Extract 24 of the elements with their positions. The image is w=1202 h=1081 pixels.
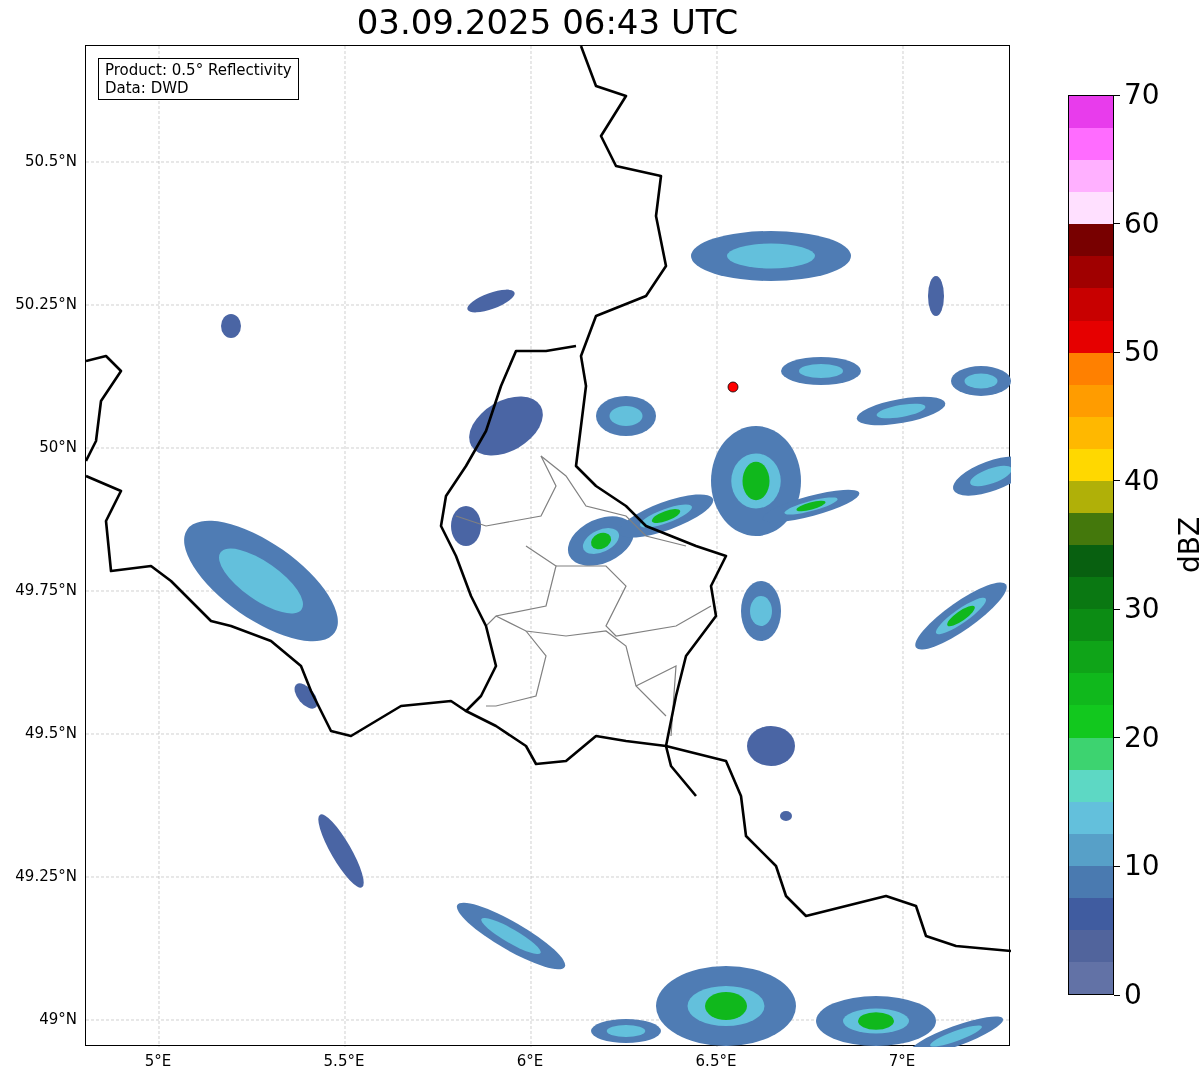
latitude-label: 50.5°N <box>24 152 77 170</box>
info-text: Data: DWD <box>105 79 190 97</box>
latitude-label: 50.25°N <box>15 295 77 313</box>
colorbar-tick-label: 0 <box>1124 979 1142 1011</box>
longitude-label: 6.5°E <box>694 1052 738 1070</box>
colorbar-tick-label: 60 <box>1124 207 1160 240</box>
latitude-label: 49.75°N <box>15 581 77 599</box>
longitude-label: 5°E <box>143 1052 173 1070</box>
info-text: Product: 0.5° Reflectivity <box>105 61 292 79</box>
chart-title: 03.09.2025 06:43 UTC <box>356 1 739 44</box>
latitude-label: 49.25°N <box>15 867 77 885</box>
longitude-label: 7°E <box>887 1052 917 1070</box>
longitude-label: 6°E <box>515 1052 545 1070</box>
colorbar-tick-label: 40 <box>1124 464 1160 497</box>
latitude-label: 49.5°N <box>24 724 77 742</box>
colorbar-label: dBZ <box>1174 516 1202 574</box>
latitude-label: 50°N <box>39 438 77 456</box>
colorbar-tick-label: 50 <box>1124 336 1160 369</box>
latitude-label: 49°N <box>39 1010 77 1028</box>
colorbar-tick-label: 70 <box>1124 79 1160 111</box>
colorbar-tick-label: 30 <box>1124 593 1160 626</box>
colorbar-tick-label: 20 <box>1124 721 1160 754</box>
longitude-label: 5.5°E <box>322 1052 366 1070</box>
colorbar-tick-label: 10 <box>1124 850 1160 883</box>
